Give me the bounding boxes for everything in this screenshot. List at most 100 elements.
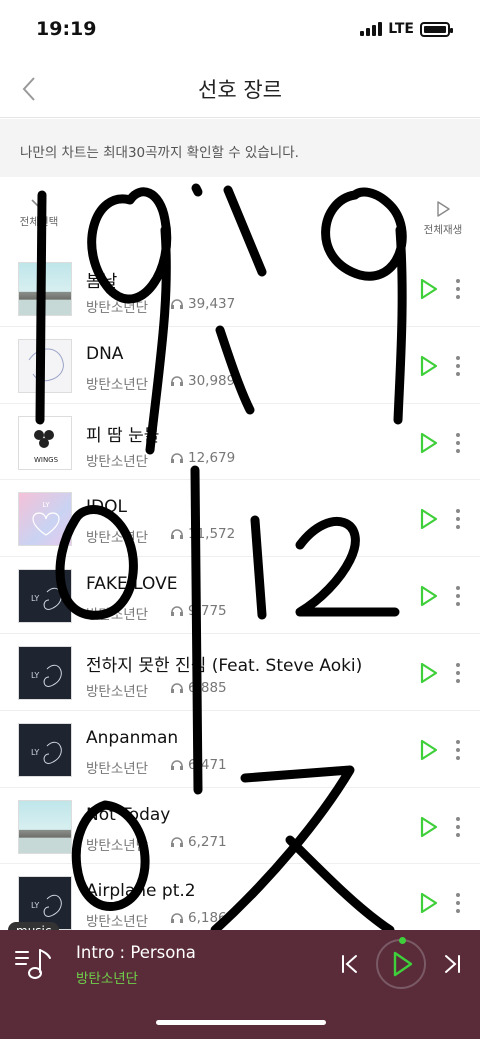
play-icon[interactable]	[416, 584, 440, 608]
song-title: IDOL	[86, 497, 127, 518]
more-options-icon[interactable]	[454, 893, 462, 914]
song-row[interactable]: LY FAKE LOVE 방탄소년단 9,775	[0, 557, 480, 634]
select-all-label: 전체선택	[19, 216, 59, 228]
play-icon[interactable]	[416, 507, 440, 531]
play-count: 6,271	[170, 834, 227, 850]
song-row[interactable]: WINGS 피 땀 눈물 방탄소년단 12,679	[0, 404, 480, 481]
song-row[interactable]: 봄날 방탄소년단 39,437	[0, 250, 480, 327]
more-options-icon[interactable]	[454, 662, 462, 683]
status-time: 19:19	[36, 18, 97, 40]
song-title: 봄날	[86, 272, 118, 292]
play-count-value: 6,186	[188, 910, 227, 927]
play-count-value: 6,471	[188, 756, 227, 773]
select-all-button[interactable]: 전체선택	[14, 198, 64, 229]
play-count: 30,989	[170, 373, 235, 389]
song-row[interactable]: LY IDOL 방탄소년단 11,572	[0, 480, 480, 558]
player-play-button[interactable]	[376, 937, 426, 989]
song-title: FAKE LOVE	[86, 574, 178, 595]
song-row[interactable]: LY Anpanman 방탄소년단 6,471	[0, 711, 480, 788]
play-icon[interactable]	[416, 661, 440, 685]
song-artist: 방탄소년단	[86, 760, 149, 777]
album-art	[18, 262, 72, 316]
play-count-value: 39,437	[188, 296, 236, 312]
progress-indicator	[399, 937, 406, 944]
play-count-value: 30,989	[188, 372, 236, 389]
song-title: 전하지 못한 진심 (Feat. Steve Aoki)	[86, 655, 363, 676]
notice-banner: 나만의 차트는 최대30곡까지 확인할 수 있습니다.	[0, 119, 480, 177]
player-track-title: Intro : Persona	[76, 943, 196, 962]
play-count: 11,572	[170, 526, 235, 542]
headphones-icon	[171, 452, 183, 463]
album-art: LY	[18, 645, 72, 700]
play-icon[interactable]	[416, 891, 440, 915]
more-options-icon[interactable]	[454, 816, 462, 837]
more-options-icon[interactable]	[454, 355, 462, 376]
play-count-value: 6,271	[188, 833, 227, 850]
song-row[interactable]: Not Today 방탄소년단 6,271	[0, 788, 480, 865]
play-count-value: 9,775	[188, 603, 227, 620]
headphones-icon	[171, 376, 183, 386]
play-all-button[interactable]: 전체재생	[418, 200, 468, 237]
album-art	[18, 799, 72, 854]
album-art-text: LY	[31, 671, 39, 680]
song-row[interactable]: DNA 방탄소년단 30,989	[0, 327, 480, 404]
play-icon[interactable]	[416, 277, 440, 301]
play-count: 9,775	[170, 603, 227, 619]
headphones-icon	[171, 606, 183, 617]
headphones-icon	[171, 836, 183, 847]
album-art	[18, 338, 72, 393]
play-icon[interactable]	[416, 431, 440, 455]
play-count: 6,186	[170, 910, 227, 926]
play-all-label: 전체재생	[423, 224, 463, 236]
player-track-artist: 방탄소년단	[76, 971, 139, 987]
home-indicator	[156, 1020, 326, 1025]
more-options-icon[interactable]	[454, 432, 462, 453]
album-art: LY	[18, 569, 72, 624]
more-options-icon[interactable]	[454, 739, 462, 760]
song-artist: 방탄소년단	[86, 607, 149, 624]
play-icon[interactable]	[416, 815, 440, 839]
status-bar: 19:19 LTE	[0, 0, 480, 60]
song-artist: 방탄소년단	[86, 837, 149, 854]
song-title: 피 땀 눈물	[86, 425, 160, 446]
more-options-icon[interactable]	[454, 279, 462, 299]
play-count: 39,437	[170, 296, 235, 312]
status-indicators: LTE	[360, 21, 453, 37]
song-artist: 방탄소년단	[86, 453, 149, 470]
album-art-text: LY	[31, 901, 39, 910]
album-art-text: LY	[42, 501, 50, 509]
album-art-text: LY	[31, 594, 39, 603]
play-count-value: 6,885	[188, 679, 227, 696]
skip-previous-icon[interactable]	[338, 952, 362, 976]
song-row[interactable]: LY 전하지 못한 진심 (Feat. Steve Aoki) 방탄소년단 6,…	[0, 634, 480, 711]
song-list: 봄날 방탄소년단 39,437 DNA 방탄소년단 30,989 WINGS 피…	[0, 250, 480, 942]
play-icon[interactable]	[416, 738, 440, 762]
list-toolbar: 전체선택 전체재생	[0, 178, 480, 248]
song-artist: 방탄소년단	[86, 683, 149, 700]
album-art: WINGS	[18, 415, 72, 470]
song-title: Airplane pt.2	[86, 881, 196, 902]
play-count: 6,885	[170, 680, 227, 696]
notice-text: 나만의 차트는 최대30곡까지 확인할 수 있습니다.	[20, 145, 299, 161]
play-count: 12,679	[170, 450, 235, 466]
album-art-text: WINGS	[34, 456, 59, 464]
more-options-icon[interactable]	[454, 509, 462, 530]
playlist-music-icon[interactable]	[14, 946, 54, 982]
skip-next-icon[interactable]	[440, 952, 464, 976]
headphones-icon	[171, 683, 183, 693]
more-options-icon[interactable]	[454, 586, 462, 607]
play-count: 6,471	[170, 757, 227, 773]
headphones-icon	[171, 913, 183, 924]
mini-player[interactable]: Intro : Persona 방탄소년단	[0, 930, 480, 1039]
play-icon[interactable]	[416, 354, 440, 378]
header: 선호 장르	[0, 60, 480, 118]
headphones-icon	[171, 760, 183, 770]
page-title: 선호 장르	[198, 78, 282, 102]
play-count-value: 12,679	[188, 449, 236, 466]
song-artist: 방탄소년단	[86, 376, 149, 393]
song-title: DNA	[86, 343, 124, 364]
album-art: LY	[18, 722, 72, 777]
song-artist: 방탄소년단	[86, 914, 149, 931]
album-art: LY	[18, 492, 72, 547]
headphones-icon	[171, 299, 183, 309]
